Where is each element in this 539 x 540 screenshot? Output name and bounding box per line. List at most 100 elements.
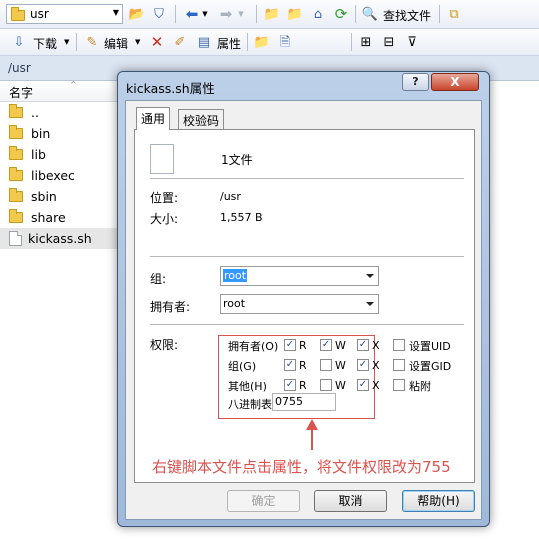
sticky-label: 粘附 [409, 380, 431, 393]
owner-select[interactable]: root [220, 294, 379, 314]
chevron-down-icon[interactable] [366, 274, 374, 278]
list-item[interactable]: bin [0, 123, 125, 144]
list-item[interactable]: share [0, 207, 125, 228]
help-title-button[interactable]: ? [402, 73, 429, 91]
folder-icon [9, 146, 23, 160]
annotation-text: 右键脚本文件点击属性，将文件权限改为755 [152, 458, 451, 476]
divider [150, 256, 464, 257]
divider [150, 178, 464, 179]
octal-label: 八进制表示 [228, 398, 278, 411]
setgid-label: 设置GID [409, 360, 452, 373]
filter-mask-icon[interactable]: ⊽ [403, 33, 421, 51]
root-folder-icon[interactable]: 📁 [286, 5, 304, 23]
rename-icon[interactable]: ✐ [171, 33, 189, 51]
group-select-value: root [223, 269, 248, 282]
folder-icon [9, 125, 23, 139]
folder-icon [11, 7, 25, 21]
group-label: 组: [150, 272, 167, 286]
chevron-down-icon[interactable]: ▼ [113, 8, 119, 17]
properties-icon[interactable]: ▤ [195, 33, 213, 51]
tree-view-icon[interactable]: ⧉ [445, 5, 463, 23]
list-item[interactable]: sbin [0, 186, 125, 207]
perm-w-label: W [335, 339, 346, 352]
dialog-body: 通用 校验码 1文件 位置: /usr 大小: 1,557 B 组: root … [125, 100, 482, 520]
folder-icon [9, 167, 23, 181]
name-column-header[interactable]: 名字 [9, 84, 33, 101]
perm-group-w-checkbox[interactable] [320, 359, 332, 371]
perm-owner-x-checkbox[interactable]: ✓ [357, 339, 369, 351]
owner-select-value: root [223, 297, 246, 310]
setuid-label: 设置UID [409, 340, 451, 353]
properties-button[interactable]: 属性 [217, 35, 241, 52]
location-value: /usr [220, 190, 241, 203]
chevron-down-icon[interactable] [366, 302, 374, 306]
list-item[interactable]: .. [0, 102, 125, 123]
help-button[interactable]: 帮助(H) [402, 490, 475, 512]
setgid-checkbox[interactable] [393, 359, 405, 371]
size-value: 1,557 B [220, 211, 263, 224]
home-icon[interactable]: ⌂ [309, 5, 327, 23]
tab-general[interactable]: 通用 [136, 107, 171, 130]
perm-other-label: 其他(H) [228, 380, 267, 393]
perm-group-label: 组(G) [228, 360, 257, 373]
toolbar-divider [175, 5, 176, 23]
find-icon[interactable]: 🔍 [361, 5, 379, 23]
expand-icon[interactable]: ⊞ [357, 33, 375, 51]
setuid-checkbox[interactable] [393, 339, 405, 351]
edit-icon[interactable]: ✎ [83, 33, 101, 51]
perm-other-x-checkbox[interactable]: ✓ [357, 379, 369, 391]
perm-group-r-checkbox[interactable]: ✓ [284, 359, 296, 371]
refresh-icon[interactable]: ⟳ [332, 5, 350, 23]
perm-owner-w-checkbox[interactable]: ✓ [320, 339, 332, 351]
sticky-checkbox[interactable] [393, 379, 405, 391]
chevron-down-icon[interactable]: ▼ [237, 5, 245, 23]
size-label: 大小: [150, 212, 179, 226]
perm-group-x-checkbox[interactable]: ✓ [357, 359, 369, 371]
path-dropdown[interactable]: usr ▼ [6, 4, 123, 24]
toolbar-divider [351, 33, 352, 51]
list-item-selected[interactable]: kickass.sh [0, 228, 125, 249]
perm-x-label: X [372, 339, 380, 352]
file-name: lib [31, 147, 46, 162]
octal-input[interactable]: 0755 [272, 393, 336, 411]
group-select[interactable]: root [220, 266, 379, 286]
download-icon[interactable]: ⇩ [10, 33, 28, 51]
parent-folder-icon [9, 104, 23, 118]
file-name: bin [31, 126, 51, 141]
cancel-button[interactable]: 取消 [314, 490, 387, 512]
find-files-button[interactable]: 查找文件 [383, 7, 431, 24]
general-tab-page: 1文件 位置: /usr 大小: 1,557 B 组: root 拥有者: ro… [134, 129, 475, 483]
new-file-icon[interactable]: 🗎 [276, 33, 294, 51]
chevron-down-icon[interactable]: ▼ [135, 38, 140, 46]
tab-checksum[interactable]: 校验码 [178, 109, 225, 129]
perm-x-label: X [372, 379, 380, 392]
parent-folder-icon[interactable]: 📁 [263, 5, 281, 23]
perm-other-r-checkbox[interactable]: ✓ [284, 379, 296, 391]
perm-r-label: R [299, 379, 307, 392]
forward-arrow-icon[interactable]: ➡ [217, 5, 235, 23]
perm-r-label: R [299, 339, 307, 352]
delete-icon[interactable]: ✕ [148, 33, 166, 51]
path-dropdown-value: usr [30, 7, 49, 21]
back-arrow-icon[interactable]: ⬅ [183, 5, 201, 23]
file-name: share [31, 210, 66, 225]
filter-icon[interactable]: ⛉ [150, 5, 168, 23]
download-button[interactable]: 下载 [33, 35, 57, 52]
folder-icon [9, 188, 23, 202]
list-item[interactable]: lib [0, 144, 125, 165]
file-count: 1文件 [221, 153, 253, 167]
list-item[interactable]: libexec [0, 165, 125, 186]
toolbar-divider [256, 5, 257, 23]
perm-owner-label: 拥有者(O) [228, 340, 279, 353]
edit-button[interactable]: 编辑 [104, 35, 128, 52]
close-button[interactable]: X [431, 73, 479, 91]
collapse-icon[interactable]: ⊟ [380, 33, 398, 51]
owner-label: 拥有者: [150, 300, 191, 314]
ok-button[interactable]: 确定 [227, 490, 300, 512]
chevron-down-icon[interactable]: ▼ [64, 38, 69, 46]
perm-owner-r-checkbox[interactable]: ✓ [284, 339, 296, 351]
chevron-down-icon[interactable]: ▼ [201, 5, 209, 23]
open-folder-icon[interactable]: 📂 [128, 5, 146, 23]
new-folder-icon[interactable]: 📁 [253, 33, 271, 51]
perm-other-w-checkbox[interactable] [320, 379, 332, 391]
